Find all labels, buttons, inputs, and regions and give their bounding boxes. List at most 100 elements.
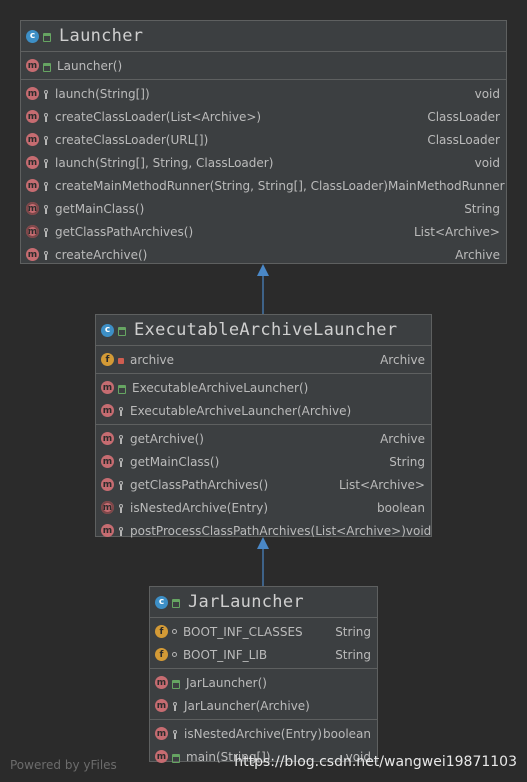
method-icon: m	[26, 87, 39, 100]
member-type: List<Archive>	[414, 224, 500, 239]
member-name: getMainClass()	[130, 454, 220, 469]
protected-icon	[43, 135, 49, 145]
method-icon: m	[155, 676, 168, 689]
member-type: MainMethodRunner	[387, 178, 505, 193]
protected-icon	[43, 112, 49, 122]
method-row[interactable]: m createMainMethodRunner(String, String[]…	[21, 174, 506, 197]
powered-by-label: Powered by yFiles	[10, 758, 117, 772]
method-row[interactable]: m createArchive() Archive	[21, 243, 506, 266]
method-row[interactable]: m getClassPathArchives() List<Archive>	[21, 220, 506, 243]
section-methods: m getArchive() Archive m getMainClass() Strin…	[96, 425, 431, 544]
public-icon	[172, 679, 180, 689]
method-icon: m	[26, 110, 39, 123]
method-row[interactable]: m getClassPathArchives() List<Archive>	[96, 473, 431, 496]
abstract-method-icon: m	[26, 225, 39, 238]
member-type: void	[474, 155, 500, 170]
method-row[interactable]: m ExecutableArchiveLauncher()	[96, 376, 431, 399]
field-row[interactable]: f BOOT_INF_LIB String	[150, 643, 377, 666]
protected-icon	[43, 204, 49, 214]
package-icon	[172, 652, 177, 657]
protected-icon	[118, 526, 124, 536]
member-name: isNestedArchive(Entry)	[130, 500, 269, 515]
member-name: isNestedArchive(Entry)	[184, 726, 323, 741]
class-jar-launcher[interactable]: c JarLauncher f BOOT_INF_CLASSES String f BO…	[149, 586, 378, 764]
member-type: String	[335, 647, 371, 662]
method-row[interactable]: m JarLauncher(Archive)	[150, 694, 377, 717]
method-row[interactable]: m isNestedArchive(Entry) boolean	[150, 722, 377, 745]
member-type: ClassLoader	[427, 132, 500, 147]
protected-icon	[172, 729, 178, 739]
method-icon: m	[26, 179, 39, 192]
method-icon: m	[26, 156, 39, 169]
class-name: Launcher	[59, 26, 144, 46]
protected-icon	[43, 250, 49, 260]
field-row[interactable]: f BOOT_INF_CLASSES String	[150, 620, 377, 643]
member-type: boolean	[323, 726, 371, 741]
field-icon: f	[101, 353, 114, 366]
method-row[interactable]: m isNestedArchive(Entry) boolean	[96, 496, 431, 519]
class-executable-archive-launcher[interactable]: c ExecutableArchiveLauncher f archive Arch…	[95, 314, 432, 538]
method-row[interactable]: m postProcessClassPathArchives(List<Archi…	[96, 519, 431, 542]
member-name: createClassLoader(URL[])	[55, 132, 209, 147]
public-icon	[172, 599, 180, 608]
public-icon	[43, 62, 51, 72]
section-methods: m launch(String[]) void m createClassLoader(…	[21, 80, 506, 268]
method-row[interactable]: m launch(String[]) void	[21, 82, 506, 105]
protected-icon	[43, 158, 49, 168]
method-row[interactable]: m createClassLoader(URL[]) ClassLoader	[21, 128, 506, 151]
member-name: getArchive()	[130, 431, 204, 446]
method-row[interactable]: m getMainClass() String	[96, 450, 431, 473]
abstract-method-icon: m	[101, 501, 114, 514]
field-row[interactable]: f archive Archive	[96, 348, 431, 371]
member-name: BOOT_INF_CLASSES	[183, 624, 303, 639]
method-row[interactable]: m getArchive() Archive	[96, 427, 431, 450]
method-icon: m	[101, 455, 114, 468]
class-header: c Launcher	[21, 21, 506, 52]
public-icon	[43, 33, 51, 42]
abstract-class-icon: c	[101, 323, 114, 337]
method-row[interactable]: m ExecutableArchiveLauncher(Archive)	[96, 399, 431, 422]
protected-icon	[43, 89, 49, 99]
protected-icon	[118, 503, 124, 513]
class-icon: c	[155, 595, 168, 609]
member-type: boolean	[377, 500, 425, 515]
member-name: JarLauncher()	[186, 675, 267, 690]
method-row[interactable]: m createClassLoader(List<Archive>) ClassLo…	[21, 105, 506, 128]
member-name: postProcessClassPathArchives(List<Archiv…	[130, 523, 406, 538]
protected-icon	[118, 480, 124, 490]
protected-icon	[118, 406, 124, 416]
member-type: void	[474, 86, 500, 101]
method-row[interactable]: m JarLauncher()	[150, 671, 377, 694]
member-name: Launcher()	[57, 58, 123, 73]
protected-icon	[43, 181, 49, 191]
protected-icon	[118, 434, 124, 444]
arrow-executable-to-launcher	[257, 264, 269, 314]
method-icon: m	[101, 524, 114, 537]
method-row[interactable]: m launch(String[], String, ClassLoader) vo…	[21, 151, 506, 174]
method-row[interactable]: m getMainClass() String	[21, 197, 506, 220]
method-icon: m	[101, 478, 114, 491]
arrow-jar-to-executable	[257, 537, 269, 586]
field-icon: f	[155, 625, 168, 638]
member-name: getClassPathArchives()	[55, 224, 194, 239]
member-type: Archive	[380, 431, 425, 446]
abstract-class-icon: c	[26, 29, 39, 43]
class-name: ExecutableArchiveLauncher	[134, 320, 398, 340]
field-icon: f	[155, 648, 168, 661]
member-type: Archive	[455, 247, 500, 262]
member-name: archive	[130, 352, 175, 367]
class-launcher[interactable]: c Launcher m Launcher() m launch(String[])…	[20, 20, 507, 264]
public-icon	[118, 384, 126, 394]
protected-icon	[172, 701, 178, 711]
section-constructors: m ExecutableArchiveLauncher() m ExecutableA…	[96, 374, 431, 425]
member-type: void	[405, 523, 432, 538]
watermark: https://blog.csdn.net/wangwei19871103	[234, 754, 517, 770]
abstract-method-icon: m	[26, 202, 39, 215]
member-name: ExecutableArchiveLauncher()	[132, 380, 309, 395]
section-constructors: m Launcher()	[21, 52, 506, 80]
member-name: JarLauncher(Archive)	[184, 698, 310, 713]
method-row[interactable]: m Launcher()	[21, 54, 506, 77]
member-name: createMainMethodRunner(String, String[],…	[55, 178, 388, 193]
member-name: createArchive()	[55, 247, 148, 262]
method-icon: m	[101, 404, 114, 417]
